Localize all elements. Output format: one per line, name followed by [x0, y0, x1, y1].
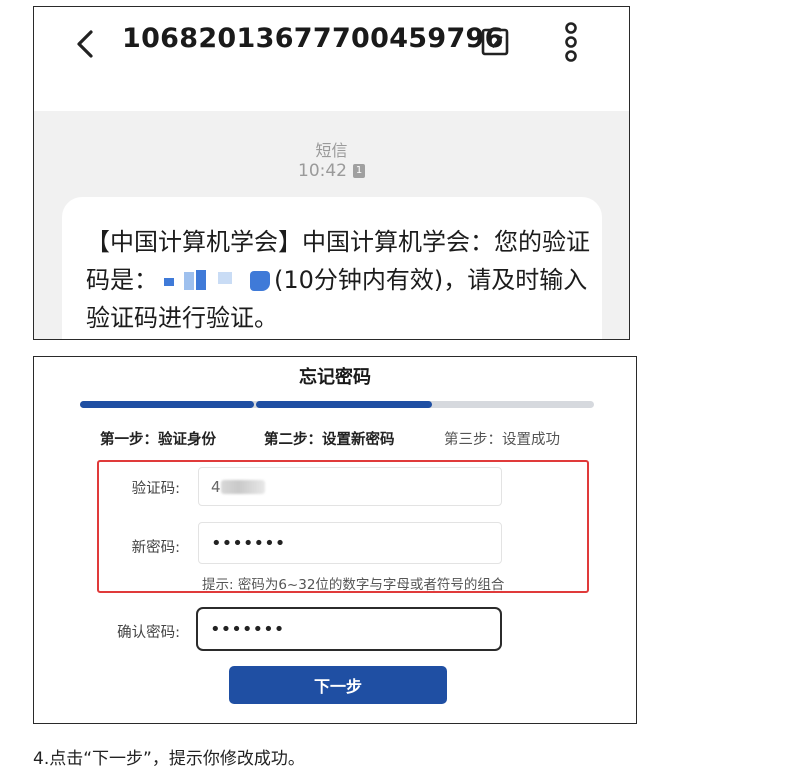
progress-step-1 — [80, 401, 254, 408]
checkbox-icon[interactable] — [480, 27, 510, 57]
next-step-button[interactable]: 下一步 — [229, 666, 447, 704]
message-time: 10:42 1 — [34, 161, 629, 181]
step-3-label: 第三步：设置成功 — [444, 432, 560, 448]
confirm-password-label: 确认密码: — [117, 625, 180, 641]
message-text: 【中国计算机学会】中国计算机学会：您的验证码是： (10分钟内有效)，请及时输入验… — [86, 223, 596, 337]
password-hint: 提示: 密码为6~32位的数字与字母或者符号的组合 — [202, 577, 505, 593]
more-vertical-icon[interactable] — [559, 21, 583, 63]
progress-step-2 — [256, 401, 432, 408]
sms-header: 10682013677700459796 — [34, 7, 629, 111]
sender-number: 10682013677700459796 — [122, 23, 504, 54]
blurred-code-icon — [220, 479, 265, 494]
page-title: 忘记密码 — [299, 367, 371, 388]
new-password-value: ••••••• — [211, 532, 286, 554]
confirm-password-input[interactable]: ••••••• — [196, 607, 502, 651]
code-input[interactable]: 4 — [198, 467, 502, 506]
code-label: 验证码: — [131, 481, 180, 497]
new-password-label: 新密码: — [131, 540, 180, 556]
blurred-code-icon — [160, 270, 272, 292]
step-1-label: 第一步：验证身份 — [100, 432, 216, 448]
time-text: 10:42 — [298, 161, 347, 181]
instruction-caption: 4.点击“下一步”，提示你修改成功。 — [33, 749, 305, 769]
sim-card-icon: 1 — [353, 164, 365, 178]
forgot-password-screenshot: 忘记密码 第一步：验证身份 第二步：设置新密码 第三步：设置成功 验证码: 4 … — [33, 356, 637, 724]
code-value: 4 — [211, 477, 221, 496]
step-2-label: 第二步：设置新密码 — [264, 432, 395, 448]
channel-label: 短信 — [315, 141, 348, 160]
sms-screenshot: 10682013677700459796 短信 10:42 1 【中国计算机学会】… — [33, 6, 630, 340]
new-password-input[interactable]: ••••••• — [198, 522, 502, 564]
progress-bar — [80, 401, 594, 408]
back-arrow-icon[interactable] — [72, 27, 98, 61]
confirm-password-value: ••••••• — [210, 618, 285, 640]
